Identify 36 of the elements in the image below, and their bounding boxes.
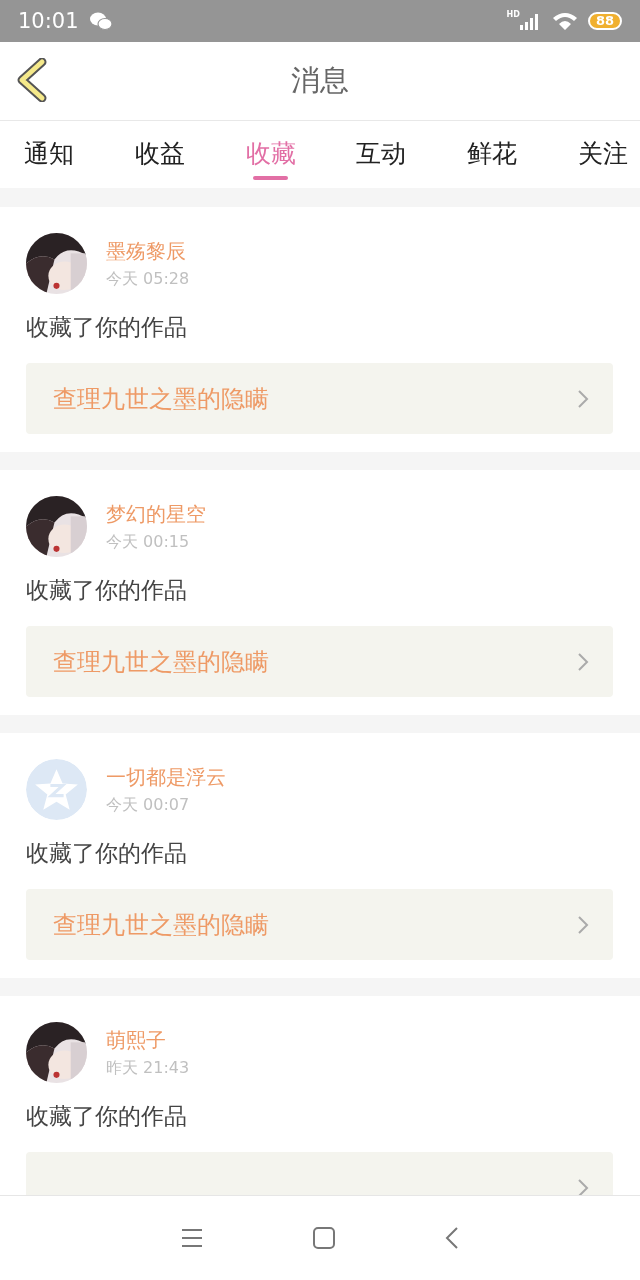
work-link[interactable]: 查理九世之墨的隐瞒	[26, 626, 613, 697]
message-text: 收藏了你的作品	[26, 576, 188, 605]
message-time: 今天 00:07	[106, 794, 191, 816]
status-time: 10:01	[18, 9, 79, 33]
back-button[interactable]	[16, 58, 48, 102]
chevron-right-icon	[577, 914, 589, 935]
chevron-right-icon	[577, 651, 589, 672]
chevron-right-icon	[577, 1177, 589, 1195]
page-title: 消息	[291, 62, 349, 99]
user-name[interactable]: 萌熙子	[106, 1026, 190, 1054]
wifi-icon	[551, 11, 578, 31]
message-time: 今天 00:15	[106, 531, 191, 553]
tab[interactable]: 互动	[356, 121, 407, 188]
chevron-right-icon	[577, 388, 589, 409]
network-label: HD	[506, 10, 520, 19]
message-time: 昨天 21:43	[106, 1057, 190, 1079]
message-text: 收藏了你的作品	[26, 313, 188, 342]
user-name[interactable]: 一切都是浮云	[106, 763, 226, 791]
avatar-icon	[26, 759, 87, 820]
work-link[interactable]: 查理九世之墨的隐瞒	[26, 889, 613, 960]
message-time: 今天 05:28	[106, 268, 190, 290]
tab[interactable]: 收藏	[245, 121, 296, 188]
battery-level: 88	[587, 12, 622, 30]
tab[interactable]: 收益	[134, 121, 185, 188]
menu-icon[interactable]	[181, 1228, 203, 1248]
tab[interactable]: 鲜花	[467, 121, 518, 188]
chat-app-icon	[88, 11, 113, 31]
message-text: 收藏了你的作品	[26, 839, 188, 868]
work-link[interactable]: 查理九世之墨的隐瞒	[26, 363, 613, 434]
message-text: 收藏了你的作品	[26, 1102, 188, 1131]
tab[interactable]: 关注	[578, 121, 628, 188]
back-icon[interactable]	[445, 1226, 459, 1250]
user-name[interactable]: 梦幻的星空	[106, 500, 206, 528]
user-name[interactable]: 墨殇黎辰	[106, 237, 190, 265]
home-icon[interactable]	[313, 1227, 335, 1249]
tab[interactable]: 通知	[24, 121, 74, 188]
